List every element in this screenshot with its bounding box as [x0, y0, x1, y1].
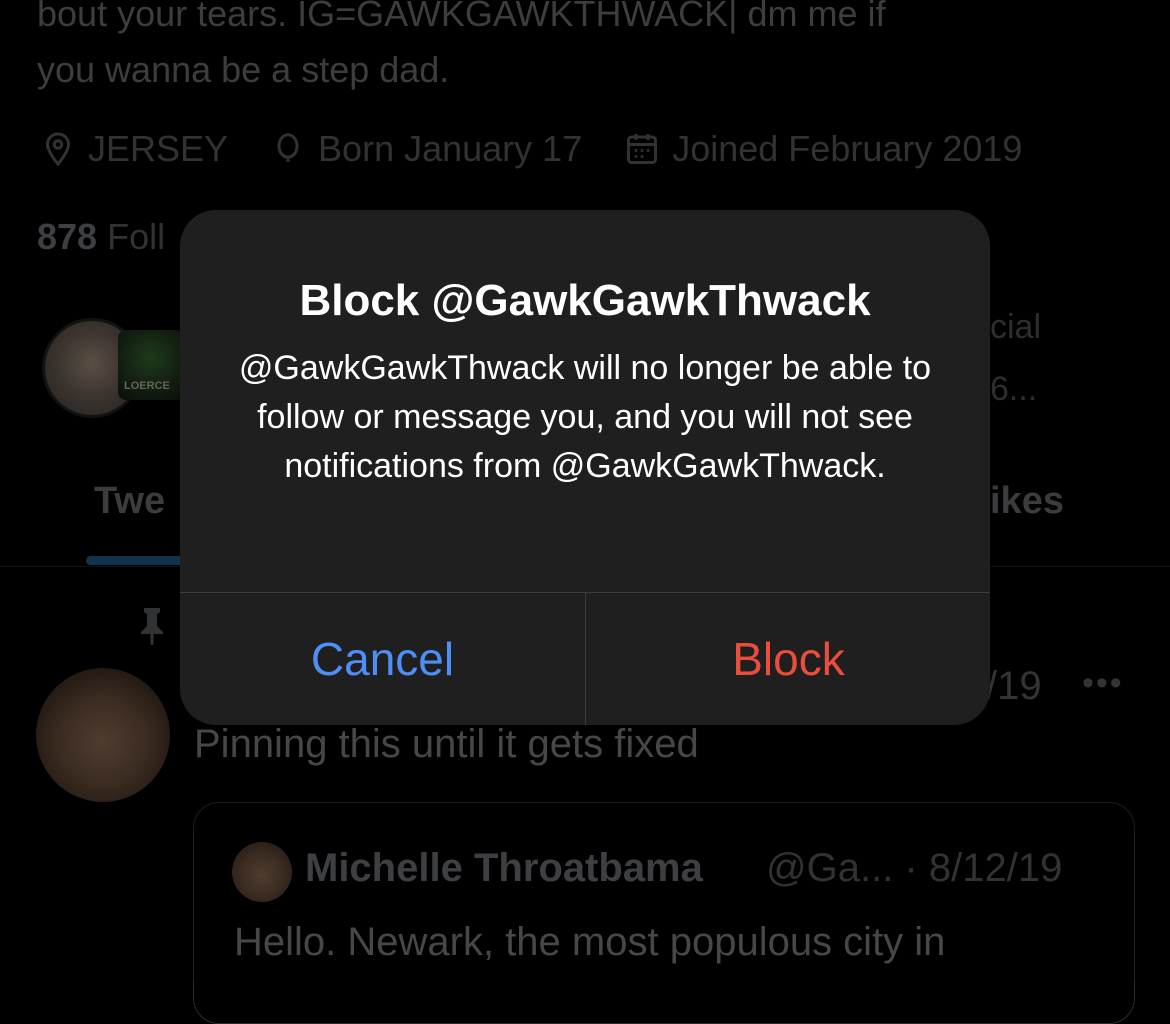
block-button[interactable]: Block [586, 593, 990, 725]
block-dialog: Block @GawkGawkThwack @GawkGawkThwack wi… [180, 210, 990, 725]
dialog-message: @GawkGawkThwack will no longer be able t… [238, 349, 932, 485]
dialog-title: Block @GawkGawkThwack [299, 276, 871, 325]
cancel-button[interactable]: Cancel [180, 593, 585, 725]
